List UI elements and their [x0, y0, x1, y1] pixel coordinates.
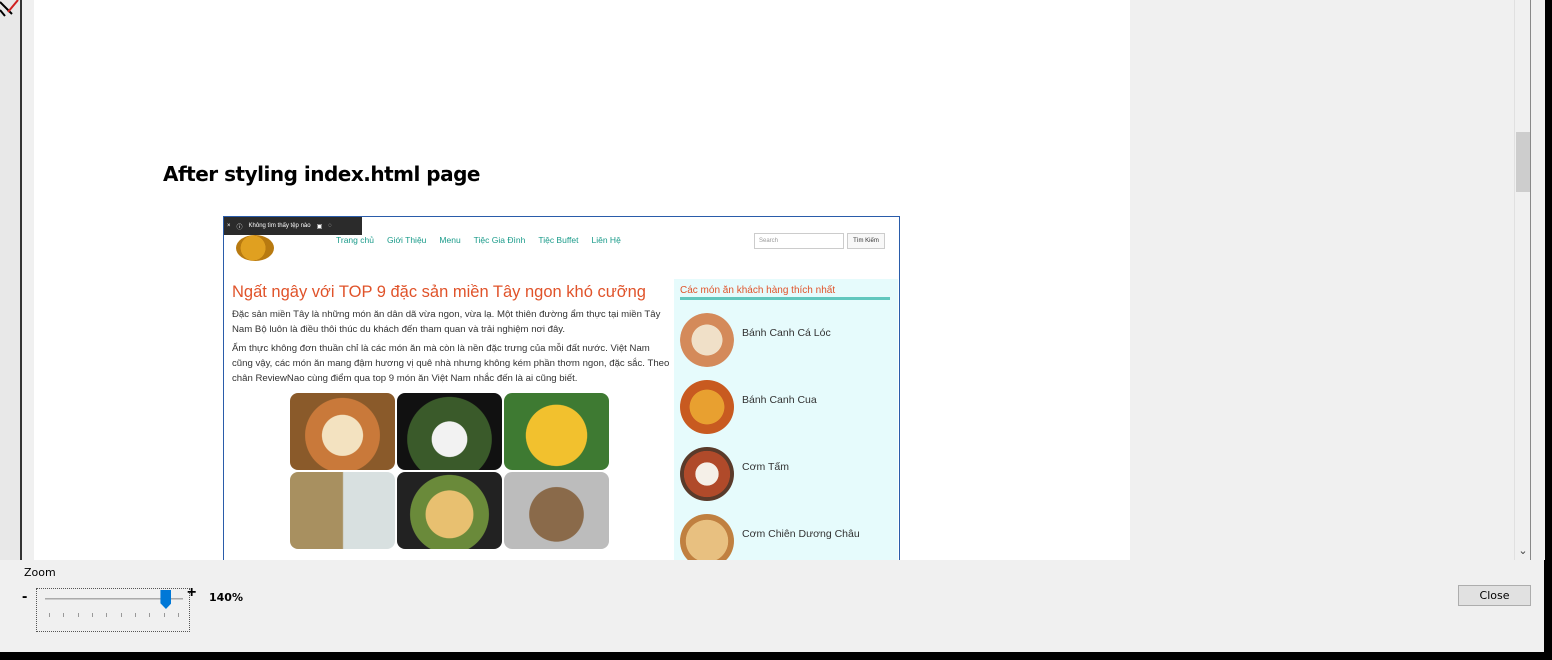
nav-item-menu[interactable]: Menu: [439, 235, 460, 245]
vertical-scrollbar[interactable]: ⌄: [1514, 0, 1530, 560]
food-image: [397, 393, 502, 470]
document-page: After styling index.html page × ⓘ Không …: [34, 0, 1130, 560]
slider-ticks: [49, 613, 179, 619]
sidebar-item-label: Cơm Tấm: [742, 461, 789, 473]
article-paragraph-1: Đặc sản miền Tây là những món ăn dân dã …: [232, 309, 661, 335]
site-nav: Trang chủ Giới Thiệu Menu Tiệc Gia Đình …: [336, 235, 621, 245]
info-icon: ⓘ: [236, 224, 243, 231]
picture-icon[interactable]: ▣: [314, 223, 326, 230]
chevron-down-icon[interactable]: ⌄: [1515, 542, 1531, 560]
sidebar-item[interactable]: Cơm Tấm: [680, 447, 890, 503]
zoom-label: Zoom: [24, 566, 56, 579]
food-image: [504, 393, 609, 470]
sidebar-title: Các món ăn khách hàng thích nhất: [680, 285, 890, 300]
slider-thumb[interactable]: [160, 590, 172, 609]
site-logo: [236, 235, 274, 261]
sidebar-item[interactable]: Cơm Chiên Dương Châu: [680, 514, 890, 560]
zoom-slider[interactable]: [36, 588, 190, 632]
corner-cursor-icon: [0, 0, 19, 17]
search-input[interactable]: Search: [754, 233, 844, 249]
sidebar-item-label: Cơm Chiên Dương Châu: [742, 528, 860, 540]
page-gutter: [22, 0, 34, 560]
food-thumbnail: [680, 514, 734, 560]
window-border: [1545, 0, 1552, 660]
nav-item-contact[interactable]: Liên Hệ: [592, 235, 621, 245]
viewer-window: After styling index.html page × ⓘ Không …: [0, 0, 1552, 660]
zoom-plus-label: +: [187, 584, 197, 601]
sidebar-item-label: Bánh Canh Cá Lóc: [742, 327, 831, 339]
right-panel: [1130, 0, 1514, 560]
close-button[interactable]: Close: [1458, 585, 1531, 606]
sidebar-item[interactable]: Bánh Canh Cá Lóc: [680, 313, 890, 369]
section-heading: After styling index.html page: [163, 162, 480, 186]
bottom-border: [0, 652, 1552, 660]
food-image: [290, 472, 395, 549]
left-strip: [0, 0, 22, 560]
food-image: [290, 393, 395, 470]
scrollbar-thumb[interactable]: [1516, 132, 1530, 192]
image-toolbar: × ⓘ Không tìm thấy tệp nào ▣ ◌: [224, 217, 362, 235]
sidebar-item-label: Bánh Canh Cua: [742, 394, 817, 406]
nav-item-home[interactable]: Trang chủ: [336, 235, 374, 245]
embedded-screenshot: × ⓘ Không tìm thấy tệp nào ▣ ◌ Trang chủ…: [223, 216, 900, 560]
nav-item-buffet[interactable]: Tiệc Buffet: [538, 235, 578, 245]
zoom-value: 140%: [209, 591, 243, 604]
article-paragraph-2: Ẩm thực không đơn thuần chỉ là các món ă…: [232, 343, 670, 384]
nav-item-about[interactable]: Giới Thiệu: [387, 235, 426, 245]
search-button[interactable]: Tìm Kiếm: [847, 233, 885, 249]
sidebar-item[interactable]: Bánh Canh Cua: [680, 380, 890, 436]
food-image: [504, 472, 609, 549]
food-image: [397, 472, 502, 549]
zoom-toolbar: Zoom - + 140% Close: [0, 560, 1544, 652]
food-thumbnail: [680, 380, 734, 434]
favorites-sidebar: Các món ăn khách hàng thích nhất Bánh Ca…: [674, 279, 898, 560]
food-image-grid: [290, 393, 612, 549]
lightbulb-icon[interactable]: ◌: [325, 223, 335, 229]
nav-item-family-party[interactable]: Tiệc Gia Đình: [474, 235, 526, 245]
article-title: Ngất ngây với TOP 9 đặc sản miền Tây ngo…: [232, 283, 646, 301]
window-right-edge: [1530, 0, 1552, 660]
close-icon[interactable]: ×: [224, 223, 234, 229]
food-thumbnail: [680, 313, 734, 367]
food-thumbnail: [680, 447, 734, 501]
zoom-minus-label: -: [22, 588, 28, 605]
toolbar-message: Không tìm thấy tệp nào: [248, 223, 311, 229]
